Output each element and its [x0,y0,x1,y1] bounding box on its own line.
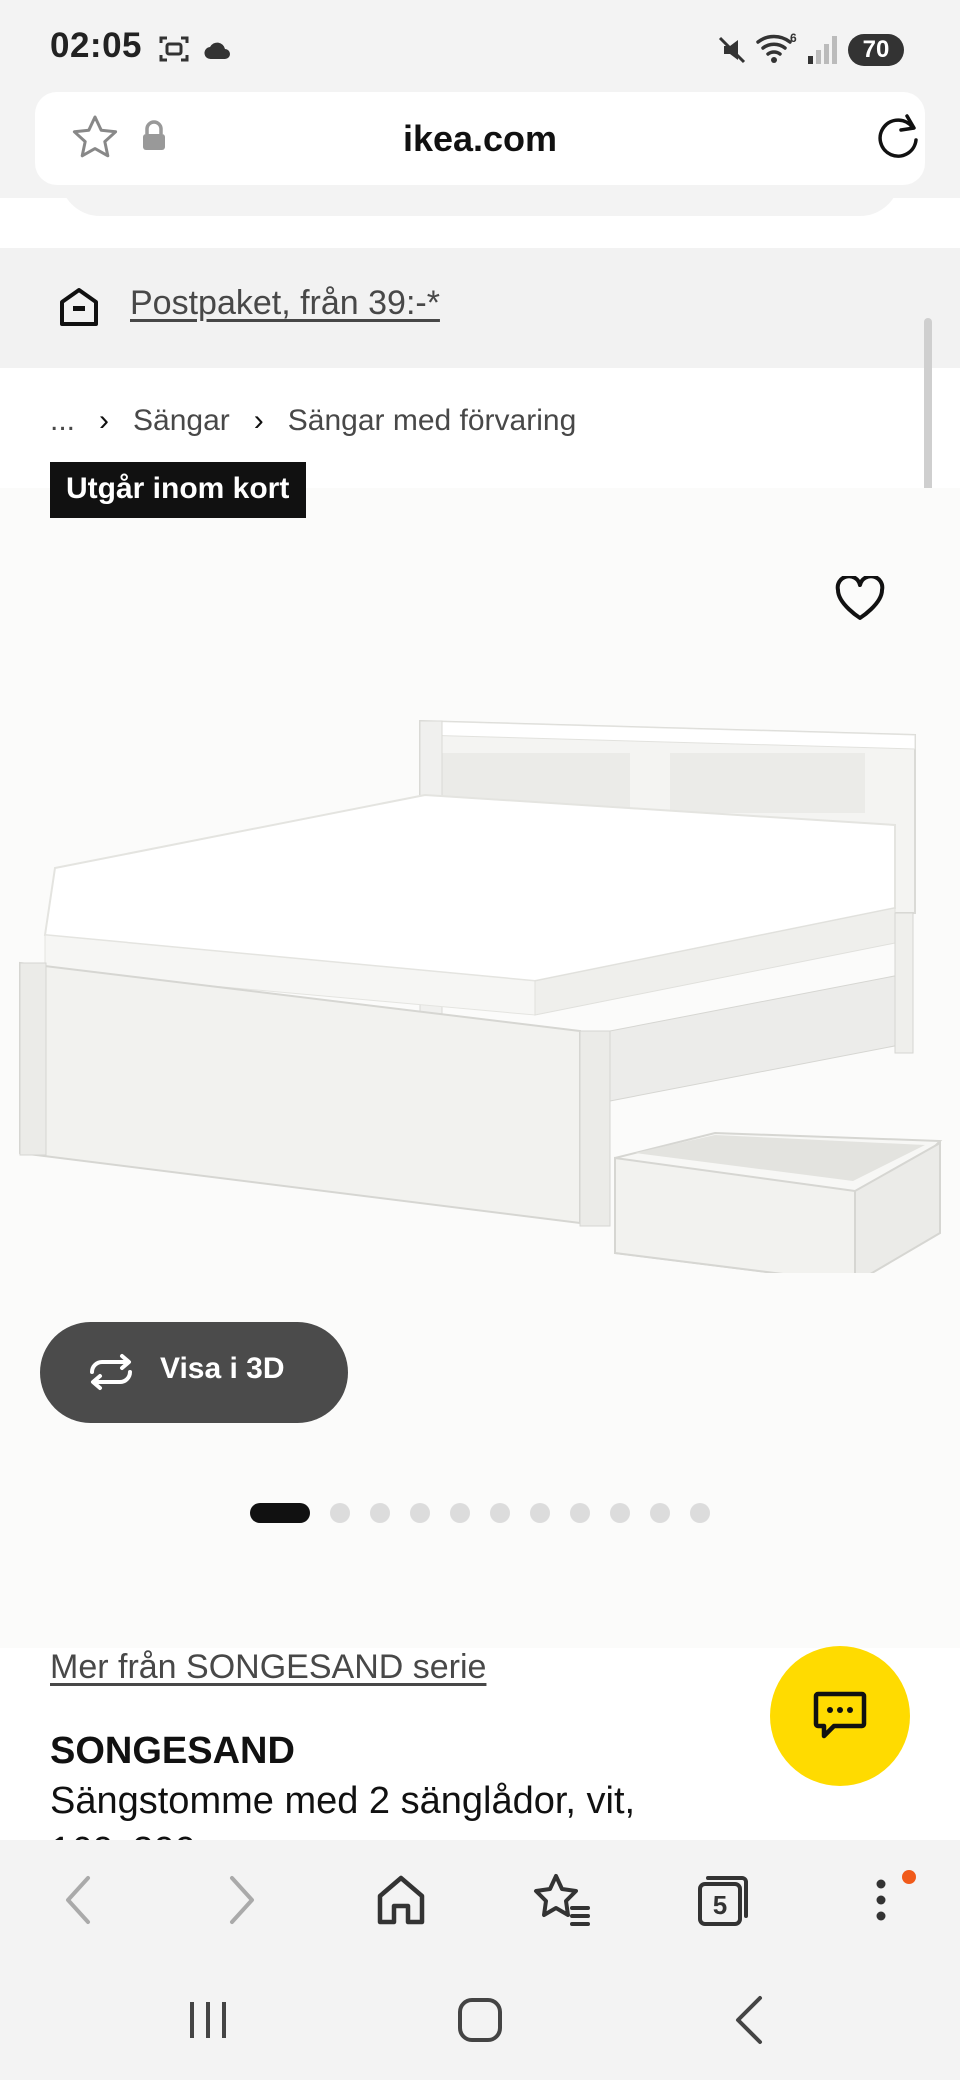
product-name: SONGESAND [50,1730,295,1772]
pagination-dot[interactable] [410,1503,430,1523]
product-size: 160x200 cm [50,1830,257,1840]
signal-icon [808,36,837,64]
system-navigation-bar [0,1960,960,2080]
url-text[interactable]: ikea.com [35,118,925,160]
cloud-icon [204,42,230,60]
page-content: Postpaket, från 39:-* ... › Sängar › Sän… [0,198,960,1840]
pagination-dot[interactable] [570,1503,590,1523]
recent-apps-icon[interactable] [178,1990,238,2050]
notification-dot [902,1870,916,1884]
pagination-dot[interactable] [490,1503,510,1523]
pagination-dot[interactable] [530,1503,550,1523]
heart-icon[interactable] [834,576,886,622]
image-pagination-dots[interactable] [250,1503,730,1523]
breadcrumb-item-beds[interactable]: Sängar [133,404,230,438]
parcel-icon [60,288,98,326]
back-nav-icon[interactable] [720,1990,780,2050]
product-description: Sängstomme med 2 sänglådor, vit, [50,1780,636,1822]
bookmarks-icon[interactable] [526,1870,596,1930]
battery-indicator: 70 [848,34,904,66]
pagination-dot[interactable] [450,1503,470,1523]
promo-banner[interactable]: Postpaket, från 39:-* [0,248,960,518]
tabs-count: 5 [712,1890,728,1920]
tabs-button[interactable]: 5 [686,1870,756,1930]
chat-button[interactable] [770,1646,910,1786]
product-image-bed [19,719,943,1273]
rotate-3d-icon [90,1354,132,1390]
discontinued-badge: Utgår inom kort [50,462,307,518]
breadcrumb-ellipsis[interactable]: ... [50,404,75,438]
reload-icon[interactable] [871,110,925,164]
view-in-3d-button[interactable]: Visa i 3D [40,1322,348,1423]
series-link[interactable]: Mer från SONGESAND serie [50,1648,486,1687]
pagination-dot[interactable] [330,1503,350,1523]
search-bar-remnant [60,198,900,216]
forward-icon[interactable] [206,1870,276,1930]
browser-toolbar: 5 [0,1840,960,1960]
promo-link[interactable]: Postpaket, från 39:-* [130,284,440,323]
home-nav-icon[interactable] [448,1990,512,2050]
pagination-dot[interactable] [650,1503,670,1523]
mute-icon [718,36,746,64]
pagination-dot[interactable] [250,1503,310,1523]
pagination-dot[interactable] [690,1503,710,1523]
svg-text:6: 6 [790,31,797,45]
chevron-right-icon: › [99,404,110,437]
screenshot-icon [159,36,189,62]
pagination-dot[interactable] [610,1503,630,1523]
back-icon[interactable] [44,1870,114,1930]
home-icon[interactable] [366,1870,436,1930]
chevron-right-icon: › [253,404,264,437]
wifi-icon: 6 [756,31,797,63]
breadcrumb: ... › Sängar › Sängar med förvaring [50,404,576,438]
status-bar: 02:05 6 70 [0,0,960,92]
status-time: 02:05 [50,26,143,65]
view-in-3d-label: Visa i 3D [160,1352,285,1385]
url-bar[interactable]: ikea.com [35,92,925,185]
chat-icon [813,1691,867,1739]
pagination-dot[interactable] [370,1503,390,1523]
breadcrumb-item-storage-beds[interactable]: Sängar med förvaring [288,404,577,438]
